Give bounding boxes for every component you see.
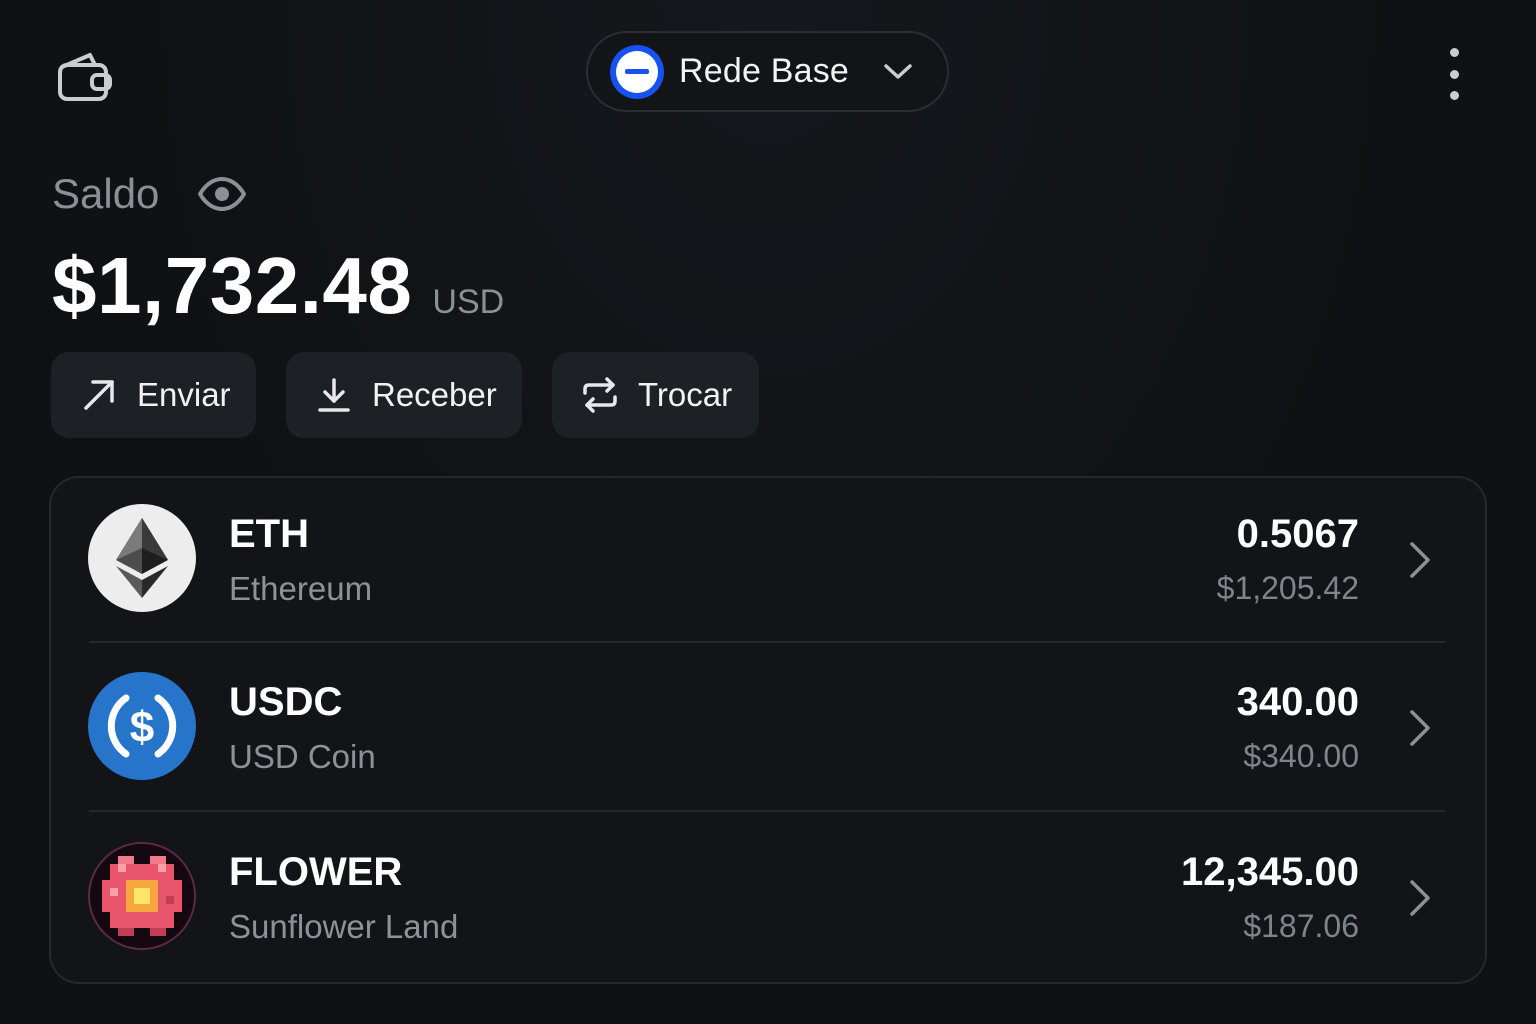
asset-fiat-value: $1,205.42 [1216, 570, 1359, 606]
download-icon [314, 375, 354, 415]
network-name: Rede Base [679, 52, 850, 90]
swap-icon [580, 375, 620, 415]
asset-symbol: USDC [229, 680, 343, 724]
asset-amount: 0.5067 [1236, 512, 1359, 556]
ethereum-icon [88, 504, 196, 612]
asset-amount: 12,345.00 [1181, 850, 1359, 894]
balance-label: Saldo [52, 170, 160, 217]
asset-symbol: ETH [229, 512, 309, 556]
chevron-down-icon [883, 62, 913, 82]
asset-list: ETH Ethereum 0.5067 $1,205.42 $ USDC USD… [49, 476, 1487, 984]
chevron-right-icon [1405, 706, 1435, 750]
eye-icon[interactable] [197, 177, 247, 211]
asset-name: Ethereum [229, 570, 373, 607]
balance-header: Saldo [52, 170, 247, 218]
asset-row-flower[interactable]: FLOWER Sunflower Land 12,345.00 $187.06 [51, 816, 1485, 984]
network-selector[interactable]: Rede Base [586, 31, 949, 112]
asset-fiat-value: $340.00 [1243, 738, 1359, 774]
asset-name: Sunflower Land [229, 908, 459, 945]
balance-value: $1,732.48 USD [52, 240, 504, 332]
send-button[interactable]: Enviar [51, 352, 256, 438]
wallet-icon [58, 53, 112, 101]
usdc-icon: $ [88, 672, 196, 780]
send-label: Enviar [137, 376, 231, 413]
chevron-right-icon [1405, 538, 1435, 582]
arrow-up-right-icon [79, 375, 119, 415]
balance-amount: $1,732.48 [52, 241, 413, 330]
more-options-icon[interactable] [1436, 48, 1472, 100]
asset-fiat-value: $187.06 [1243, 908, 1359, 944]
receive-button[interactable]: Receber [286, 352, 522, 438]
receive-label: Receber [372, 376, 497, 413]
svg-text:$: $ [130, 703, 154, 752]
flower-icon [88, 842, 196, 950]
asset-amount: 340.00 [1236, 680, 1359, 724]
swap-label: Trocar [638, 376, 733, 413]
action-buttons: Enviar Receber Trocar [51, 352, 789, 438]
wallet-button[interactable] [50, 42, 118, 110]
chevron-right-icon [1405, 876, 1435, 920]
wallet-screen: Rede Base Saldo $1,732.48 USD Enviar Rec… [0, 0, 1536, 1024]
row-divider [89, 810, 1445, 812]
asset-name: USD Coin [229, 738, 376, 775]
asset-symbol: FLOWER [229, 850, 403, 894]
base-network-icon [610, 44, 664, 99]
row-divider [89, 641, 1445, 643]
balance-currency: USD [432, 283, 505, 321]
asset-row-usdc[interactable]: $ USDC USD Coin 340.00 $340.00 [51, 646, 1485, 814]
swap-button[interactable]: Trocar [552, 352, 759, 438]
asset-row-eth[interactable]: ETH Ethereum 0.5067 $1,205.42 [51, 478, 1485, 646]
